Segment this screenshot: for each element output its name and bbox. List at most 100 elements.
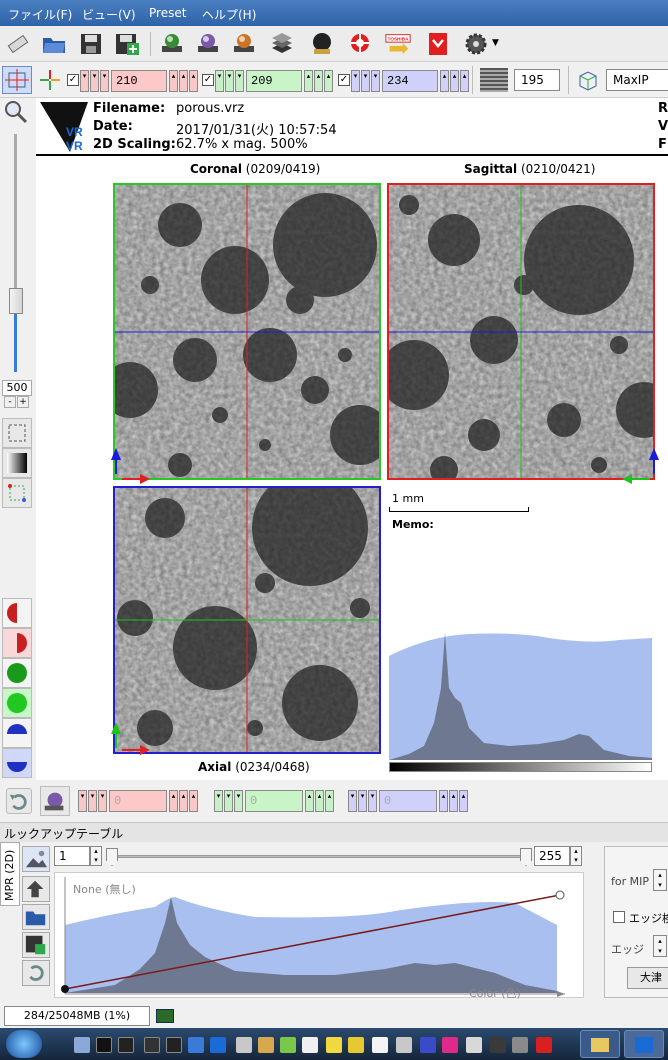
blue-step-down[interactable]: ▾ ▾ ▾ (351, 70, 380, 92)
eraser-icon[interactable] (4, 30, 32, 58)
lut-chart[interactable]: None (無し) Color (色) (54, 872, 584, 1000)
taskbar-red-icon[interactable] (536, 1037, 552, 1053)
green-step-up[interactable]: ▴ ▴ ▴ (304, 70, 333, 92)
toshiba-icon[interactable]: TOSHIBA (384, 30, 414, 58)
blue-axis-checkbox[interactable]: ✓ (338, 74, 350, 86)
bottom-green-step-up[interactable]: ▴ ▴ ▴ (305, 790, 334, 812)
taskbar-terminal2-icon[interactable] (144, 1037, 160, 1053)
lut-up-arrow-icon[interactable] (22, 876, 50, 902)
save-plus-icon[interactable] (113, 30, 141, 58)
lut-min-spinner[interactable]: ▴ ▾ (90, 846, 102, 866)
bottom-blue-input[interactable]: 0 (379, 790, 437, 812)
head-icon[interactable] (308, 30, 336, 58)
bottom-red-step-up[interactable]: ▴ ▴ ▴ (169, 790, 198, 812)
green-sphere-icon[interactable] (2, 658, 32, 688)
otsu-button[interactable]: 大津 (627, 967, 668, 989)
render-mode-select[interactable]: MaxIP (606, 69, 668, 91)
taskbar-grey-icon[interactable] (466, 1037, 482, 1053)
taskbar-scanner-icon[interactable] (396, 1037, 412, 1053)
lut-tab[interactable]: MPR (2D) (0, 842, 20, 906)
bottom-green-input[interactable]: 0 (245, 790, 303, 812)
gear-icon[interactable] (462, 30, 490, 58)
crosshair-icon[interactable] (38, 68, 62, 92)
bookmark-icon[interactable] (424, 30, 452, 58)
taskbar-doc-icon[interactable] (372, 1037, 388, 1053)
taskbar-paint-icon[interactable] (258, 1037, 274, 1053)
magnifier-icon[interactable] (2, 98, 30, 126)
taskbar-terminal-icon[interactable] (118, 1037, 134, 1053)
taskbar-vnc-icon[interactable] (490, 1037, 506, 1053)
coronal-view[interactable] (113, 183, 381, 480)
menu-file[interactable]: ファイル(F) (8, 6, 72, 23)
dropdown-arrow-icon[interactable]: ▼ (492, 38, 499, 48)
taskbar-terminal3-icon[interactable] (166, 1037, 182, 1053)
edge-spinner[interactable]: ▴ ▾ (653, 935, 667, 957)
lut-undo-icon[interactable] (22, 960, 50, 986)
bottom-red-step-down[interactable]: ▾ ▾ ▾ (78, 790, 107, 812)
open-folder-icon[interactable] (40, 30, 68, 58)
blue-slice-input[interactable]: 234 (382, 70, 438, 92)
menu-view[interactable]: ビュー(V) (82, 6, 136, 23)
render-icon-2[interactable] (194, 30, 222, 58)
lut-range-max-thumb[interactable] (520, 848, 532, 866)
red-slice-input[interactable]: 210 (111, 70, 167, 92)
red-step-down[interactable]: ▾ ▾ ▾ (80, 70, 109, 92)
zoom-minus-button[interactable]: - (4, 396, 16, 408)
lut-open-folder-icon[interactable] (22, 904, 50, 930)
taskbar-console-icon[interactable] (96, 1037, 112, 1053)
lut-image-icon[interactable] (22, 846, 50, 872)
taskbar-pink-icon[interactable] (442, 1037, 458, 1053)
taskbar-blue-icon[interactable] (420, 1037, 436, 1053)
render-icon-3[interactable] (230, 30, 258, 58)
for-mip-spinner[interactable]: ▴ ▾ (653, 869, 667, 891)
transform-icon[interactable] (2, 478, 32, 508)
lut-max-spinner[interactable]: ▴ ▾ (570, 846, 582, 866)
render-bottom-icon[interactable] (40, 786, 70, 816)
thickness-input[interactable]: 195 (514, 69, 560, 91)
stack-icon[interactable] (268, 30, 296, 58)
lifebuoy-icon[interactable] (346, 30, 374, 58)
fit-view-icon[interactable] (2, 418, 32, 448)
lut-max-input[interactable]: 255 (534, 846, 570, 866)
half-blue-bottom-icon[interactable] (2, 748, 32, 778)
mpr-view-icon[interactable] (2, 66, 32, 94)
undo-icon[interactable] (6, 788, 32, 814)
lut-range-track[interactable] (110, 855, 530, 858)
taskbar-app-icon[interactable] (188, 1037, 204, 1053)
taskbar-notes-icon[interactable] (302, 1037, 318, 1053)
start-button-icon[interactable] (6, 1030, 42, 1058)
half-red-left-icon[interactable] (2, 598, 32, 628)
zoom-slider-thumb[interactable] (9, 288, 23, 314)
red-step-up[interactable]: ▴ ▴ ▴ (169, 70, 198, 92)
taskbar-calculator-icon[interactable] (74, 1037, 90, 1053)
menu-preset[interactable]: Preset (149, 6, 186, 20)
taskbar-vr-icon[interactable] (210, 1037, 226, 1053)
taskbar-explorer-button[interactable] (580, 1030, 620, 1058)
taskbar-folder2-icon[interactable] (348, 1037, 364, 1053)
menu-help[interactable]: ヘルプ(H) (202, 6, 256, 23)
lut-save-plus-icon[interactable] (22, 932, 50, 958)
taskbar-network-icon[interactable] (512, 1037, 528, 1053)
red-axis-checkbox[interactable]: ✓ (67, 74, 79, 86)
zoom-value[interactable]: 500 (2, 380, 32, 396)
edge-checkbox[interactable] (613, 911, 625, 923)
bottom-green-step-down[interactable]: ▾ ▾ ▾ (214, 790, 243, 812)
green-sphere-active-icon[interactable] (2, 688, 32, 718)
taskbar-disk-icon[interactable] (236, 1037, 252, 1053)
sagittal-view[interactable] (387, 183, 655, 480)
half-red-right-icon[interactable] (2, 628, 32, 658)
taskbar-tool-icon[interactable] (280, 1037, 296, 1053)
bottom-blue-step-up[interactable]: ▴ ▴ ▴ (439, 790, 468, 812)
half-blue-top-icon[interactable] (2, 718, 32, 748)
taskbar-yellow-icon[interactable] (326, 1037, 342, 1053)
axial-view[interactable] (113, 486, 381, 754)
render-icon-1[interactable] (158, 30, 186, 58)
bottom-blue-step-down[interactable]: ▾ ▾ ▾ (348, 790, 377, 812)
lut-range-min-thumb[interactable] (106, 848, 118, 866)
green-step-down[interactable]: ▾ ▾ ▾ (215, 70, 244, 92)
blue-step-up[interactable]: ▴ ▴ ▴ (440, 70, 469, 92)
green-slice-input[interactable]: 209 (246, 70, 302, 92)
bottom-red-input[interactable]: 0 (109, 790, 167, 812)
contrast-icon[interactable] (2, 448, 32, 478)
taskbar-vr-button[interactable] (624, 1030, 664, 1058)
